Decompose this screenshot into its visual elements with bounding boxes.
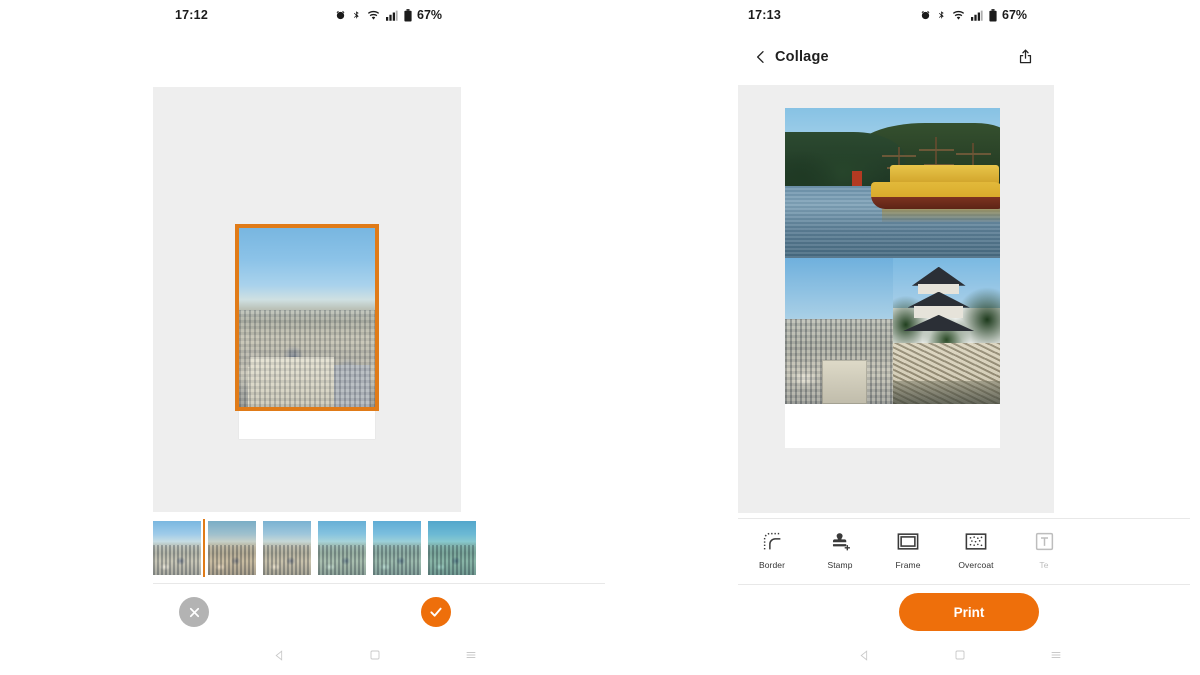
status-bar-time: 17:13 xyxy=(748,8,781,22)
recents-menu-icon[interactable] xyxy=(1044,643,1068,667)
tool-label: Te xyxy=(1039,559,1049,570)
filter-thumbnail[interactable] xyxy=(208,521,256,575)
frame-rectangle-icon xyxy=(897,531,919,553)
battery-icon xyxy=(989,8,997,22)
alarm-icon xyxy=(335,10,346,21)
page-title: Collage xyxy=(775,49,829,65)
filter-thumbnail[interactable] xyxy=(428,521,476,575)
tool-border[interactable]: Border xyxy=(738,521,806,579)
battery-percentage: 67% xyxy=(1002,8,1028,22)
back-button[interactable] xyxy=(748,44,774,70)
tool-label: Overcoat xyxy=(958,559,994,570)
android-nav-bar xyxy=(145,635,605,675)
wifi-icon xyxy=(952,10,965,21)
status-bar-icons: 67% xyxy=(920,8,1027,22)
polaroid-bottom-strip xyxy=(785,404,1000,448)
lake-pirate-ship-photo[interactable] xyxy=(785,108,1000,258)
polaroid-bottom-strip xyxy=(239,407,375,439)
bluetooth-icon xyxy=(937,9,946,21)
cellular-signal-icon xyxy=(386,10,398,21)
status-bar-time: 17:12 xyxy=(175,8,208,22)
home-square-icon[interactable] xyxy=(948,643,972,667)
android-nav-bar xyxy=(730,635,1190,675)
cellular-signal-icon xyxy=(971,10,983,21)
screenshot-root: 17:12 67% 17:13 67% Collage Border Stamp… xyxy=(0,0,1200,675)
stamp-plus-icon xyxy=(830,531,851,553)
castle-stone-wall-photo[interactable] xyxy=(892,258,1000,404)
collage-edit-toolbar: Border Stamp Frame Overcoat Te xyxy=(738,519,1190,581)
share-button[interactable] xyxy=(1012,44,1038,70)
print-bar-divider xyxy=(738,584,1190,585)
back-triangle-icon[interactable] xyxy=(267,643,291,667)
share-icon xyxy=(1019,49,1031,64)
check-icon xyxy=(430,607,442,617)
bluetooth-icon xyxy=(352,9,361,21)
tool-frame[interactable]: Frame xyxy=(874,521,942,579)
home-square-icon[interactable] xyxy=(363,643,387,667)
cancel-button[interactable] xyxy=(179,597,209,627)
tool-text[interactable]: Te xyxy=(1010,521,1078,579)
tool-label: Stamp xyxy=(827,559,853,570)
print-bar: Print xyxy=(738,586,1190,638)
tool-label: Border xyxy=(758,559,786,570)
back-triangle-icon[interactable] xyxy=(852,643,876,667)
tool-label: Frame xyxy=(895,559,921,570)
recents-menu-icon[interactable] xyxy=(459,643,483,667)
filter-thumbnail[interactable] xyxy=(263,521,311,575)
overcoat-dots-icon xyxy=(965,531,987,553)
wifi-icon xyxy=(367,10,380,21)
right-phone-screen: 17:13 67% Collage Border Stamp Frame Ove… xyxy=(730,0,1190,675)
city-skyline-photo[interactable] xyxy=(785,258,893,404)
status-bar-icons: 67% xyxy=(335,8,442,22)
alarm-icon xyxy=(920,10,931,21)
toolbar-divider xyxy=(153,583,605,584)
battery-percentage: 67% xyxy=(417,8,443,22)
print-button[interactable]: Print xyxy=(899,593,1039,631)
collage-photo-grid xyxy=(785,108,1000,404)
pirate-ship xyxy=(871,136,1000,222)
editor-action-bar xyxy=(153,586,605,638)
photo-edit-canvas[interactable] xyxy=(153,87,461,512)
castle-keep xyxy=(903,266,975,340)
collage-canvas[interactable] xyxy=(738,85,1054,513)
border-corner-icon xyxy=(762,531,783,553)
confirm-button[interactable] xyxy=(421,597,451,627)
tool-overcoat[interactable]: Overcoat xyxy=(942,521,1010,579)
filter-thumbnail[interactable] xyxy=(318,521,366,575)
filter-thumbnail-strip[interactable] xyxy=(153,519,605,577)
filter-thumbnail[interactable] xyxy=(373,521,421,575)
filter-thumbnail[interactable] xyxy=(153,519,205,577)
tool-stamp[interactable]: Stamp xyxy=(806,521,874,579)
selected-photo-frame[interactable] xyxy=(235,224,379,439)
text-icon xyxy=(1034,531,1055,553)
chevron-left-icon xyxy=(757,51,764,63)
city-skyline-photo xyxy=(239,228,375,407)
status-bar: 17:12 67% xyxy=(145,0,605,30)
status-bar: 17:13 67% xyxy=(730,0,1190,30)
collage-frame[interactable] xyxy=(785,108,1000,448)
battery-icon xyxy=(404,8,412,22)
close-icon xyxy=(189,607,199,617)
app-bar: Collage xyxy=(730,30,1190,84)
left-phone-screen: 17:12 67% xyxy=(145,0,605,675)
